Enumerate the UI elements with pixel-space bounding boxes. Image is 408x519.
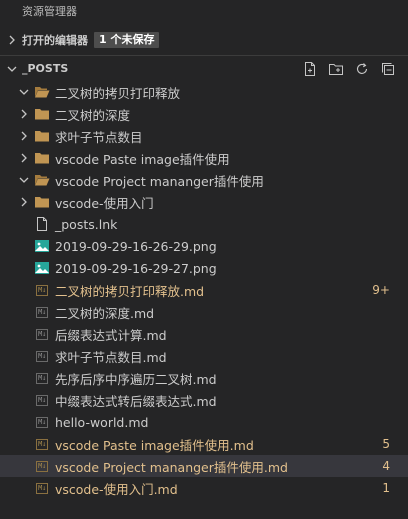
tree-file[interactable]: M↓ vscode Paste image插件使用.md 5: [0, 433, 408, 455]
new-folder-icon[interactable]: [328, 61, 344, 77]
tree-file[interactable]: M↓ vscode-使用入门.md 1: [0, 477, 408, 499]
tree-item-label: 求叶子节点数目: [55, 129, 143, 145]
tree-folder[interactable]: 求叶子节点数目: [0, 125, 408, 147]
open-editors-label: 打开的编辑器: [22, 34, 88, 47]
tree-item-label: 求叶子节点数目.md: [55, 349, 167, 365]
tree-item-label: 2019-09-29-16-26-29.png: [55, 238, 217, 254]
tree-file[interactable]: M↓ 求叶子节点数目.md: [0, 345, 408, 367]
chevron-right-icon[interactable]: [16, 128, 32, 144]
tree-item-label: 二叉树的深度.md: [55, 305, 155, 321]
tree-file[interactable]: M↓ 后缀表达式计算.md: [0, 323, 408, 345]
tree-file[interactable]: M↓ vscode Project mananger插件使用.md 4: [0, 455, 408, 477]
tree-file[interactable]: M↓ 二叉树的拷贝打印释放.md 9+: [0, 279, 408, 301]
chevron-right-icon[interactable]: [16, 106, 32, 122]
explorer-title: 资源管理器: [22, 5, 77, 18]
folder-icon: [34, 150, 50, 166]
tree-item-label: 二叉树的拷贝打印释放.md: [55, 283, 205, 299]
new-file-icon[interactable]: [302, 61, 318, 77]
file-tree: 二叉树的拷贝打印释放 二叉树的深度 求叶子节点数目 vscode Paste imag…: [0, 81, 408, 499]
markdown-icon: M↓: [36, 438, 48, 450]
chevron-right-icon: [4, 32, 20, 48]
tree-file[interactable]: M↓ hello-world.md: [0, 411, 408, 433]
tree-item-label: vscode Project mananger插件使用: [55, 173, 264, 189]
tree-item-label: 后缀表达式计算.md: [55, 327, 167, 343]
markdown-icon: M↓: [36, 394, 48, 406]
file-icon: [34, 216, 50, 232]
chevron-right-icon[interactable]: [16, 150, 32, 166]
tree-item-label: 二叉树的深度: [55, 107, 131, 123]
tree-item-label: 中缀表达式转后缀表达式.md: [55, 393, 217, 409]
problem-count-badge: 4: [382, 459, 390, 473]
collapse-all-icon[interactable]: [380, 61, 396, 77]
image-icon: [34, 238, 50, 254]
markdown-icon: M↓: [36, 460, 48, 472]
posts-actions: [302, 61, 408, 77]
tree-item-label: 2019-09-29-16-29-27.png: [55, 260, 217, 276]
chevron-down-icon[interactable]: [16, 84, 32, 100]
tree-folder[interactable]: 二叉树的拷贝打印释放: [0, 81, 408, 103]
tree-item-label: vscode-使用入门: [55, 195, 154, 211]
tree-file[interactable]: M↓ 先序后序中序遍历二叉树.md: [0, 367, 408, 389]
problem-count-badge: 1: [382, 481, 390, 495]
markdown-icon: M↓: [36, 284, 48, 296]
folder-open-icon: [34, 84, 50, 100]
markdown-icon: M↓: [36, 350, 48, 362]
chevron-right-icon[interactable]: [16, 194, 32, 210]
markdown-icon: M↓: [36, 482, 48, 494]
tree-file[interactable]: 2019-09-29-16-29-27.png: [0, 257, 408, 279]
folder-open-icon: [34, 172, 50, 188]
tree-item-label: 先序后序中序遍历二叉树.md: [55, 371, 217, 387]
tree-item-label: hello-world.md: [55, 414, 149, 430]
markdown-icon: M↓: [36, 306, 48, 318]
tree-folder[interactable]: vscode-使用入门: [0, 191, 408, 213]
problem-count-badge: 5: [382, 437, 390, 451]
refresh-icon[interactable]: [354, 61, 370, 77]
open-editors-header[interactable]: 打开的编辑器 1 个未保存: [0, 29, 408, 51]
tree-folder[interactable]: 二叉树的深度: [0, 103, 408, 125]
tree-item-label: vscode Project mananger插件使用.md: [55, 459, 288, 475]
tree-file[interactable]: M↓ 二叉树的深度.md: [0, 301, 408, 323]
tree-file[interactable]: _posts.lnk: [0, 213, 408, 235]
folder-icon: [34, 128, 50, 144]
tree-item-label: _posts.lnk: [55, 216, 118, 232]
chevron-down-icon: [4, 61, 20, 77]
markdown-icon: M↓: [36, 328, 48, 340]
tree-item-label: 二叉树的拷贝打印释放: [55, 85, 181, 101]
tree-folder[interactable]: vscode Paste image插件使用: [0, 147, 408, 169]
unsaved-badge: 1 个未保存: [94, 32, 160, 48]
tree-file[interactable]: 2019-09-29-16-26-29.png: [0, 235, 408, 257]
folder-icon: [34, 194, 50, 210]
tree-item-label: vscode-使用入门.md: [55, 481, 178, 497]
tree-folder[interactable]: vscode Project mananger插件使用: [0, 169, 408, 191]
folder-icon: [34, 106, 50, 122]
tree-file[interactable]: M↓ 中缀表达式转后缀表达式.md: [0, 389, 408, 411]
problem-count-badge: 9+: [372, 283, 390, 297]
markdown-icon: M↓: [36, 416, 48, 428]
tree-item-label: vscode Paste image插件使用.md: [55, 437, 254, 453]
chevron-down-icon[interactable]: [16, 172, 32, 188]
posts-folder-label: _POSTS: [22, 62, 69, 75]
tree-item-label: vscode Paste image插件使用: [55, 151, 230, 167]
posts-folder-header[interactable]: _POSTS: [0, 55, 408, 81]
markdown-icon: M↓: [36, 372, 48, 384]
image-icon: [34, 260, 50, 276]
